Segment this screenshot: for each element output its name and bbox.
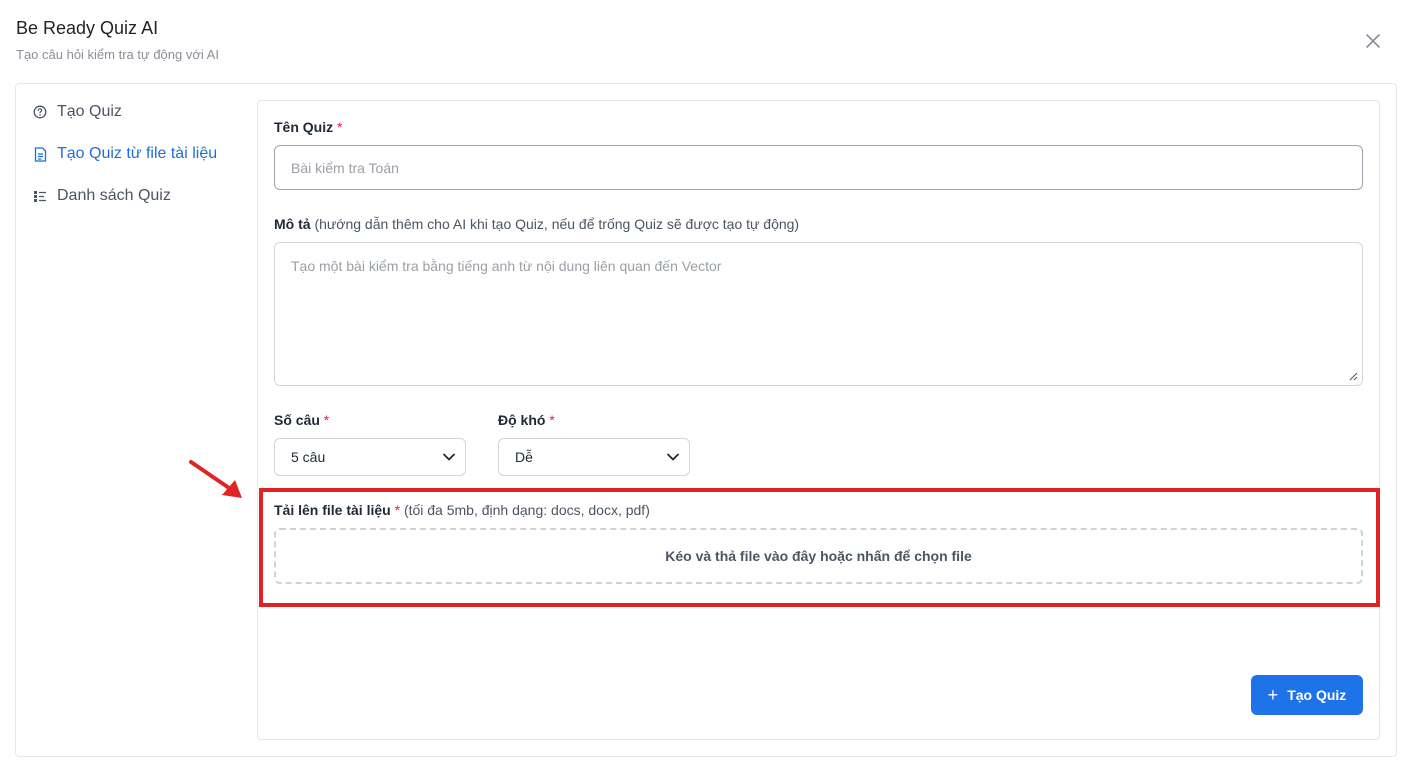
resize-handle-icon[interactable] bbox=[1349, 372, 1358, 381]
description-hint: (hướng dẫn thêm cho AI khi tạo Quiz, nếu… bbox=[314, 216, 800, 232]
question-count-label: Số câu * bbox=[274, 412, 330, 428]
dropzone-text: Kéo và thả file vào đây hoặc nhấn để chọ… bbox=[665, 548, 972, 564]
chevron-down-icon bbox=[443, 453, 455, 461]
difficulty-value: Dễ bbox=[515, 449, 533, 465]
required-mark: * bbox=[323, 412, 330, 428]
annotation-arrow-icon bbox=[189, 460, 242, 498]
difficulty-select[interactable]: Dễ bbox=[498, 438, 690, 476]
description-placeholder: Tạo một bài kiểm tra bằng tiếng anh từ n… bbox=[291, 258, 722, 274]
quiz-form-card bbox=[257, 100, 1380, 740]
create-quiz-button-label: Tạo Quiz bbox=[1287, 687, 1347, 703]
app-title: Be Ready Quiz AI bbox=[16, 18, 159, 38]
question-circle-icon bbox=[32, 104, 48, 120]
dialog-header: Be Ready Quiz AI Tạo câu hỏi kiểm tra tự… bbox=[16, 16, 219, 64]
upload-label: Tải lên file tài liệu * (tối đa 5mb, địn… bbox=[274, 502, 650, 518]
sidebar-item-label: Tạo Quiz bbox=[57, 103, 122, 120]
sidebar-item-label: Tạo Quiz từ file tài liệu bbox=[57, 145, 218, 162]
question-count-select[interactable]: 5 câu bbox=[274, 438, 466, 476]
quiz-name-input[interactable]: Bài kiểm tra Toán bbox=[274, 145, 1363, 190]
sidebar-item-create-quiz[interactable]: Tạo Quiz bbox=[32, 100, 242, 124]
upload-hint: (tối đa 5mb, định dạng: docs, docx, pdf) bbox=[403, 502, 650, 518]
create-quiz-button[interactable]: + Tạo Quiz bbox=[1251, 675, 1363, 715]
sidebar-item-create-quiz-from-file[interactable]: Tạo Quiz từ file tài liệu bbox=[32, 142, 242, 166]
app-subtitle: Tạo câu hỏi kiểm tra tự động với AI bbox=[16, 47, 219, 62]
sidebar-item-quiz-list[interactable]: Danh sách Quiz bbox=[32, 184, 242, 208]
sidebar: Tạo Quiz Tạo Quiz từ file tài liệu Danh … bbox=[32, 100, 242, 226]
close-icon bbox=[1366, 34, 1380, 48]
question-count-value: 5 câu bbox=[291, 449, 326, 465]
list-icon bbox=[32, 188, 48, 204]
chevron-down-icon bbox=[667, 453, 679, 461]
difficulty-label: Độ khó * bbox=[498, 412, 555, 428]
required-mark: * bbox=[394, 502, 401, 518]
plus-icon: + bbox=[1267, 685, 1279, 705]
document-icon bbox=[32, 146, 48, 162]
file-dropzone[interactable]: Kéo và thả file vào đây hoặc nhấn để chọ… bbox=[274, 528, 1363, 584]
quiz-name-placeholder: Bài kiểm tra Toán bbox=[291, 159, 399, 176]
close-button[interactable] bbox=[1362, 30, 1384, 52]
description-label: Mô tả (hướng dẫn thêm cho AI khi tạo Qui… bbox=[274, 216, 800, 232]
required-mark: * bbox=[337, 119, 343, 135]
sidebar-item-label: Danh sách Quiz bbox=[57, 187, 171, 204]
description-textarea[interactable]: Tạo một bài kiểm tra bằng tiếng anh từ n… bbox=[274, 242, 1363, 386]
required-mark: * bbox=[549, 412, 555, 428]
quiz-name-label: Tên Quiz * bbox=[274, 119, 343, 135]
